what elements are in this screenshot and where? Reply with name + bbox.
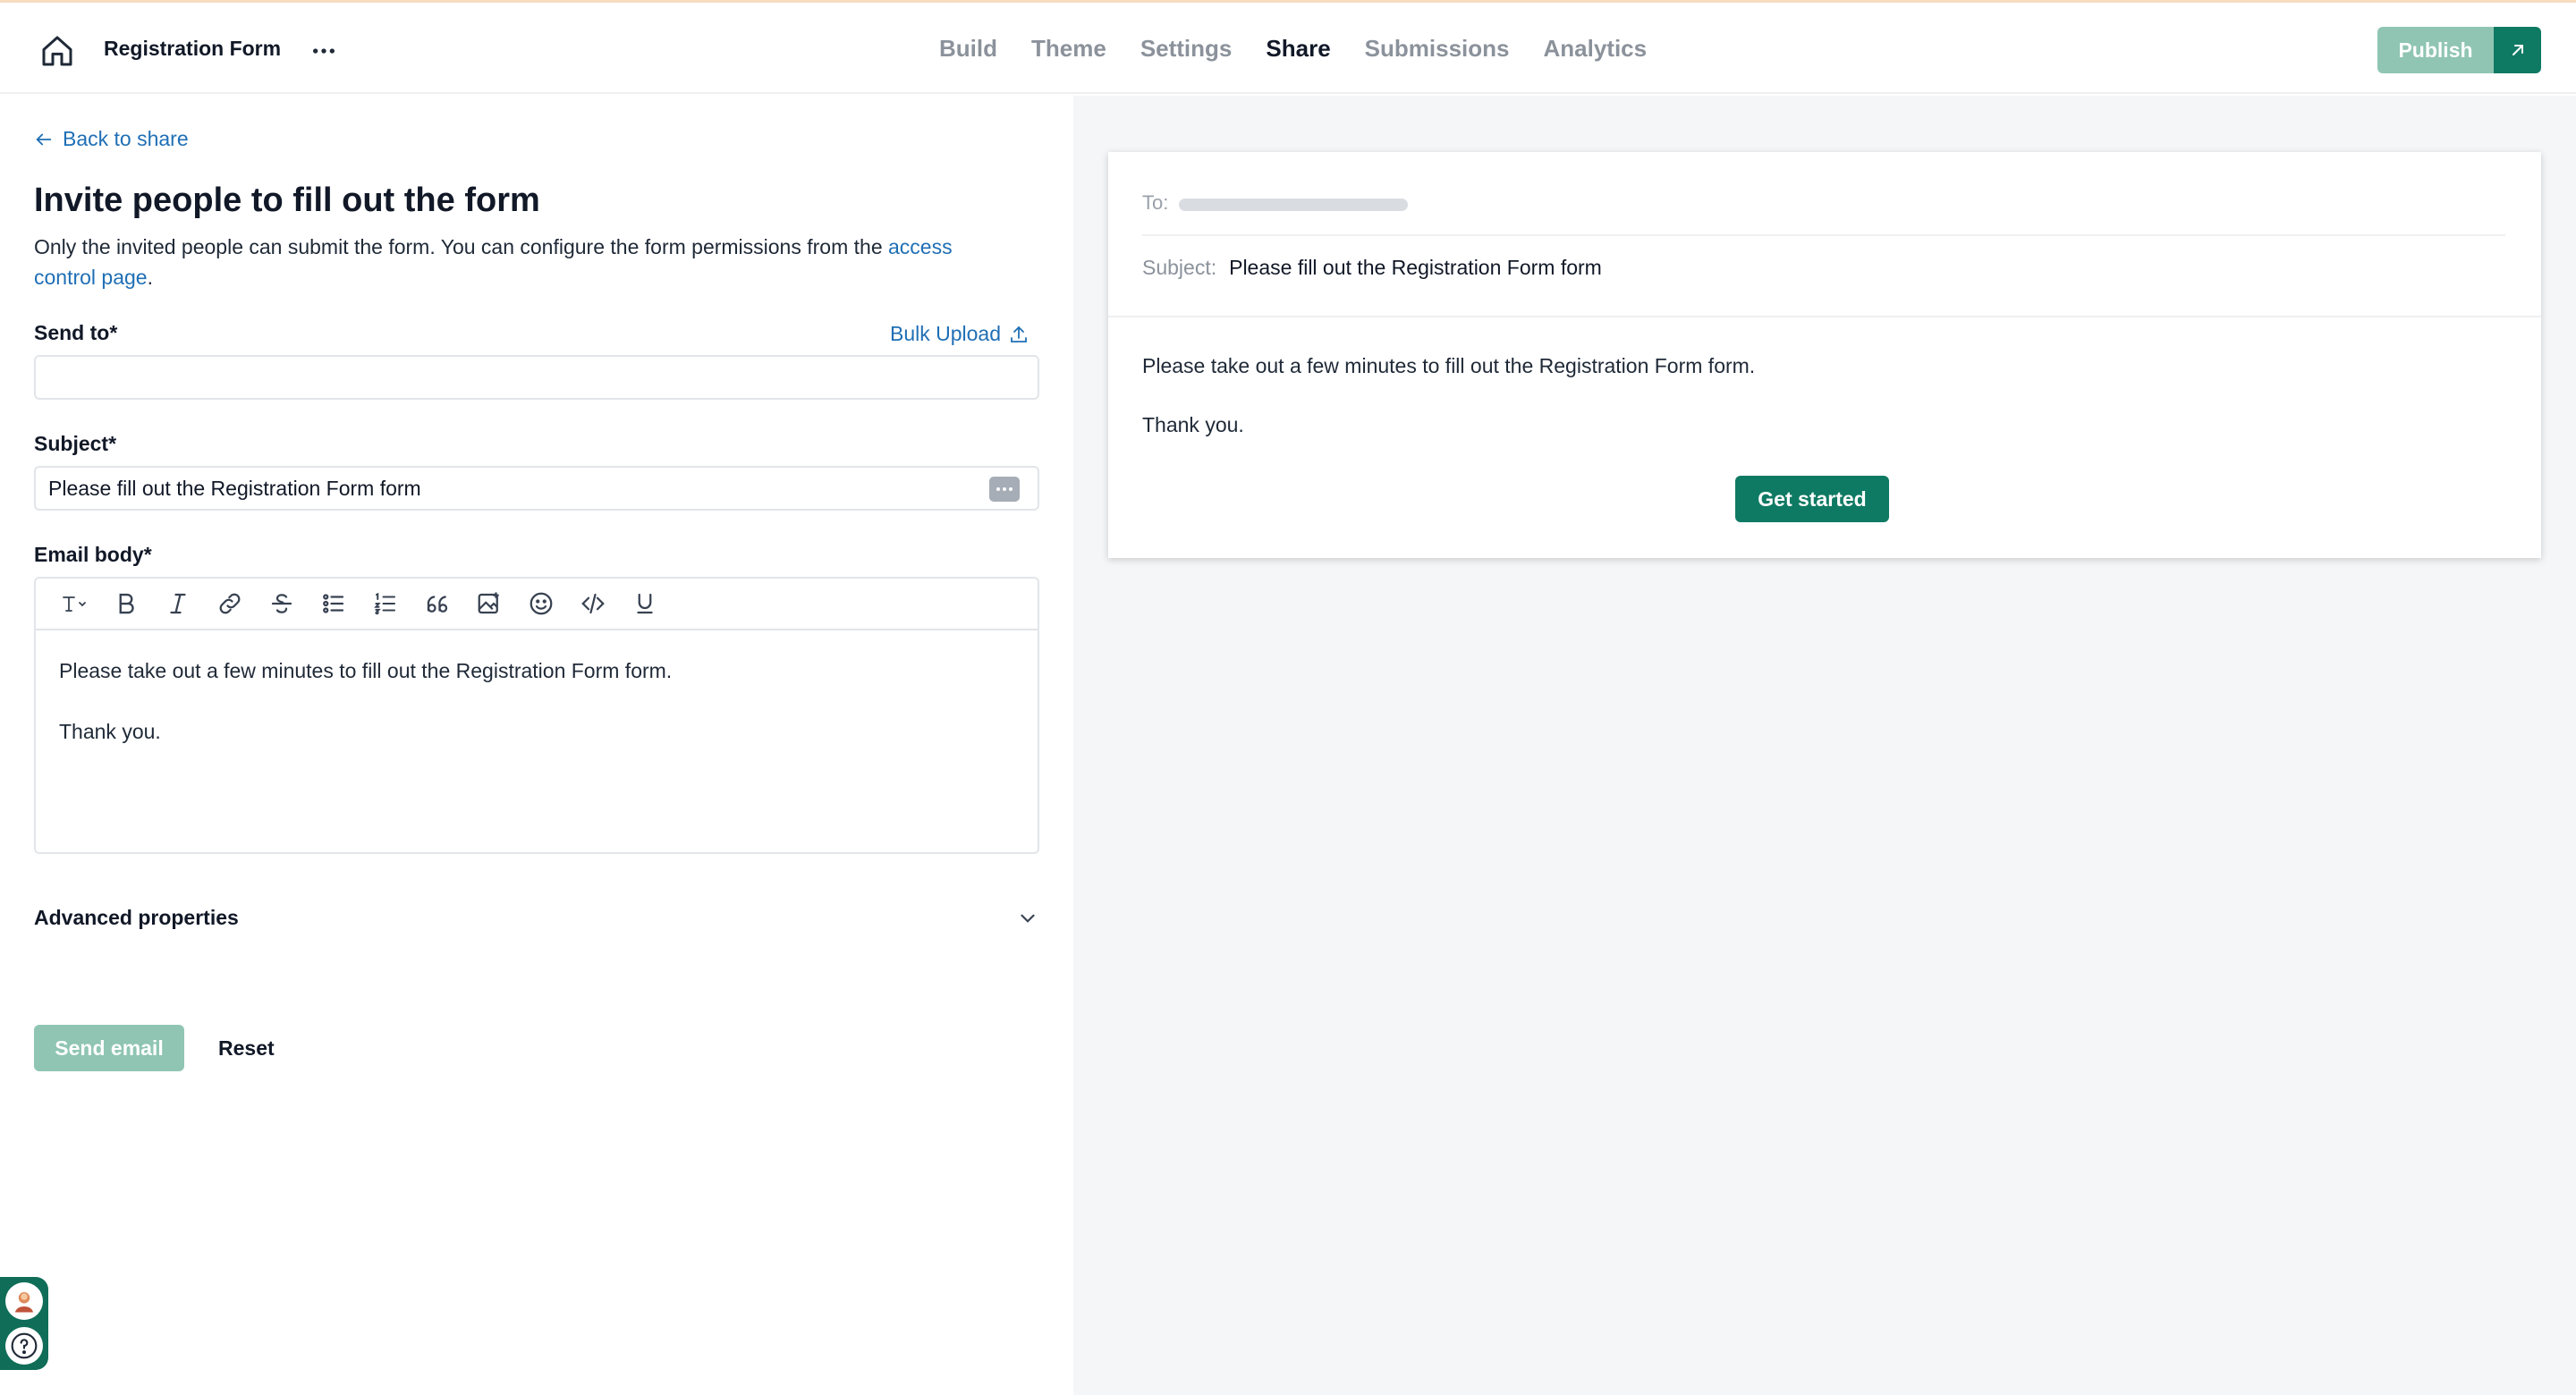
link-icon: [219, 593, 241, 614]
nav-analytics[interactable]: Analytics: [1543, 35, 1647, 63]
advanced-properties-toggle[interactable]: Advanced properties: [34, 906, 1039, 930]
link-button[interactable]: [204, 586, 256, 621]
advanced-properties-label: Advanced properties: [34, 906, 239, 929]
app-header: Registration Form Build Theme Settings S…: [0, 3, 2576, 94]
email-body-line-1: Please take out a few minutes to fill ou…: [59, 659, 673, 682]
nav-settings[interactable]: Settings: [1140, 35, 1233, 63]
quote-button[interactable]: [411, 586, 463, 621]
nav-submissions[interactable]: Submissions: [1365, 35, 1510, 63]
description-text: Only the invited people can submit the f…: [34, 235, 888, 258]
preview-subject-row: Subject: Please fill out the Registratio…: [1142, 256, 1602, 280]
email-body-label: Email body*: [34, 543, 152, 566]
editor-toolbar: [36, 579, 1038, 630]
external-link-icon: [2512, 45, 2523, 55]
nav-build[interactable]: Build: [939, 35, 997, 63]
send-email-button[interactable]: Send email: [34, 1025, 184, 1071]
italic-icon: [170, 593, 186, 614]
support-widget: [0, 1277, 48, 1370]
ellipsis-icon: [996, 487, 1013, 491]
underline-icon: [637, 593, 653, 614]
email-preview-card: To: Subject: Please fill out the Registr…: [1108, 152, 2541, 558]
page-title: Invite people to fill out the form: [34, 182, 540, 219]
home-icon[interactable]: [39, 33, 75, 69]
preview-subject-label: Subject:: [1142, 256, 1217, 279]
email-preview-panel: To: Subject: Please fill out the Registr…: [1073, 96, 2576, 1395]
preview-body: Please take out a few minutes to fill ou…: [1142, 351, 1755, 440]
preview-body-line-2: Thank you.: [1142, 413, 1244, 436]
preview-to-row: To:: [1142, 191, 2505, 236]
numbered-list-button[interactable]: [360, 586, 411, 621]
subject-label: Subject*: [34, 432, 117, 455]
form-title: Registration Form: [104, 37, 282, 60]
chevron-down-icon: [1021, 914, 1035, 923]
strikethrough-icon: [271, 594, 292, 613]
preview-subject-value: Please fill out the Registration Form fo…: [1229, 256, 1602, 279]
main-nav: Build Theme Settings Share Submissions A…: [939, 35, 1647, 63]
help-button[interactable]: [5, 1327, 43, 1365]
nav-theme[interactable]: Theme: [1031, 35, 1106, 63]
reset-button[interactable]: Reset: [218, 1036, 275, 1061]
subject-input[interactable]: Please fill out the Registration Form fo…: [34, 466, 1039, 511]
text-style-icon: [63, 596, 86, 612]
emoji-icon: [530, 592, 553, 615]
avatar-icon: [15, 1292, 33, 1313]
subject-value: Please fill out the Registration Form fo…: [48, 476, 421, 500]
preview-to-placeholder: [1179, 199, 1409, 211]
bulk-upload-label: Bulk Upload: [890, 322, 1002, 345]
help-icon: [11, 1332, 38, 1359]
email-body-line-2: Thank you.: [59, 720, 161, 743]
code-icon: [581, 593, 605, 614]
preview-to-label: To:: [1142, 191, 1169, 214]
email-body-content[interactable]: Please take out a few minutes to fill ou…: [36, 630, 1038, 772]
preview-divider: [1108, 316, 2541, 317]
insert-variable-button[interactable]: [989, 477, 1020, 502]
bold-button[interactable]: [100, 586, 152, 621]
italic-button[interactable]: [152, 586, 204, 621]
more-options-icon[interactable]: [309, 33, 338, 69]
text-style-dropdown[interactable]: [48, 586, 100, 621]
send-to-label: Send to*: [34, 321, 118, 344]
code-button[interactable]: [567, 586, 619, 621]
publish-button[interactable]: Publish: [2377, 27, 2494, 73]
invite-panel: Back to share Invite people to fill out …: [0, 96, 1073, 1395]
back-label: Back to share: [63, 127, 189, 150]
quote-icon: [427, 596, 448, 613]
send-to-input[interactable]: [34, 355, 1039, 400]
emoji-button[interactable]: [515, 586, 567, 621]
page-description: Only the invited people can submit the f…: [34, 232, 1000, 292]
underline-button[interactable]: [619, 586, 671, 621]
bullet-list-button[interactable]: [308, 586, 360, 621]
strikethrough-button[interactable]: [256, 586, 308, 621]
chat-avatar-button[interactable]: [5, 1282, 43, 1320]
arrow-left-icon: [36, 133, 52, 145]
image-icon: [478, 592, 499, 614]
numbered-list-icon: [374, 592, 395, 615]
open-form-button[interactable]: [2494, 27, 2541, 73]
publish-button-group: Publish: [2377, 27, 2541, 73]
image-button[interactable]: [463, 586, 515, 621]
back-to-share-link[interactable]: Back to share: [34, 127, 189, 151]
description-end: .: [147, 266, 153, 289]
bulk-upload-button[interactable]: Bulk Upload: [890, 322, 1030, 346]
get-started-button[interactable]: Get started: [1735, 476, 1889, 522]
bullet-list-icon: [323, 594, 344, 613]
upload-icon: [1011, 326, 1027, 342]
nav-share[interactable]: Share: [1266, 35, 1330, 63]
email-body-editor: Please take out a few minutes to fill ou…: [34, 577, 1039, 854]
bold-icon: [119, 593, 134, 614]
preview-body-line-1: Please take out a few minutes to fill ou…: [1142, 354, 1756, 377]
